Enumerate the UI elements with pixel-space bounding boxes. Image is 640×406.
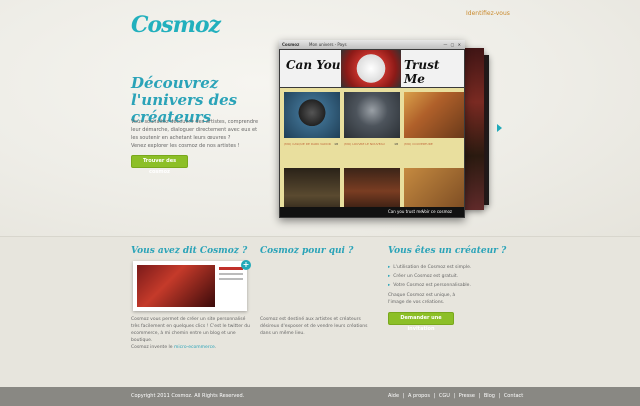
artwork-count: 18 (334, 142, 338, 146)
footer-link-presse[interactable]: Presse (459, 393, 475, 399)
request-invite-button[interactable]: Demander une invitation (388, 312, 454, 332)
who-title: Cosmoz pour qui ? (260, 246, 354, 256)
hero-text-line-2: Venez explorer les cosmoz de nos artiste… (131, 143, 240, 149)
zoom-plus-icon[interactable]: + (241, 260, 251, 270)
browser-title-bar: Cosmoz Mon univers - Pays — ▢ ✕ (279, 40, 465, 49)
find-cosmoz-button[interactable]: Trouver des cosmoz (131, 155, 188, 175)
footer: Copyright 2011 Cosmoz. All Rights Reserv… (0, 387, 640, 406)
cosmoz-screenshot (133, 261, 247, 311)
browser-window-title: Mon univers - Pays (309, 42, 347, 47)
footer-link-cgu[interactable]: CGU (439, 393, 450, 399)
about-text: Cosmoz vous permet de créer un site pers… (131, 316, 251, 351)
footer-link-blog[interactable]: Blog (484, 393, 495, 399)
bullet-item: Votre Cosmoz est personnalisable. (388, 281, 471, 290)
info-section (0, 236, 640, 388)
cosmoz-logo[interactable]: Cosmoz (131, 12, 221, 38)
copyright: Copyright 2011 Cosmoz. All Rights Reserv… (131, 393, 245, 399)
skull-image (341, 50, 401, 87)
artwork-meta: (MO) CASQUE DE DARK VADOR 18 (284, 142, 340, 152)
carousel-next-icon[interactable] (497, 124, 502, 132)
footer-nav: Aide | A propos | CGU | Presse | Blog | … (388, 393, 525, 399)
cosmoz-banner: Can You Trust Me (280, 50, 464, 87)
footer-link-aide[interactable]: Aide (388, 393, 399, 399)
preview-caption-bar: Can you trust me Voir ce cosmoz (280, 207, 464, 217)
artwork-label: (MO) LOUVRE LE NOUVEAU (344, 142, 385, 146)
micro-ecommerce-link[interactable]: micro-ecommerce (174, 345, 215, 350)
about-link-prefix: Cosmoz invente le (131, 345, 174, 350)
footer-separator: | (478, 393, 481, 399)
footer-separator: | (498, 393, 501, 399)
screenshot-sidebar (219, 273, 243, 275)
browser-logo: Cosmoz (282, 42, 300, 47)
hero-section: Cosmoz Identifiez-vous Découvrez l'unive… (0, 0, 640, 236)
footer-link-a-propos[interactable]: A propos (408, 393, 430, 399)
login-link[interactable]: Identifiez-vous (466, 10, 510, 17)
hero-text-line-1: Vous souhaitez découvrir des artistes, c… (131, 119, 259, 141)
artwork-meta: (MO) COUVERTURE (404, 142, 460, 152)
banner-text-left: Can You (286, 58, 341, 72)
who-text: Cosmoz est destiné aux artistes et créat… (260, 317, 368, 336)
footer-link-contact[interactable]: Contact (504, 393, 523, 399)
artwork-label: (MO) CASQUE DE DARK VADOR (284, 142, 331, 146)
view-cosmoz-link[interactable]: Voir ce cosmoz (422, 209, 452, 214)
screenshot-sidebar (219, 278, 243, 280)
artwork-grid: (MO) CASQUE DE DARK VADOR 18 (MO) LOUVRE… (280, 88, 464, 214)
about-link-suffix: . (214, 345, 217, 350)
screenshot-image (137, 265, 215, 307)
creator-text: Chaque Cosmoz est unique, à l'image de v… (388, 293, 456, 305)
window-controls-icon: — ▢ ✕ (443, 42, 462, 47)
artwork-meta: (MO) LOUVRE LE NOUVEAU 18 (344, 142, 400, 152)
about-title: Vous avez dit Cosmoz ? (131, 246, 248, 256)
cosmoz-name: Can you trust me (388, 209, 423, 214)
bullet-item: L'utilisation de Cosmoz est simple. (388, 263, 471, 272)
screenshot-sidebar (219, 267, 243, 270)
artwork-label: (MO) COUVERTURE (404, 142, 433, 146)
hero-text: Vous souhaitez découvrir des artistes, c… (131, 118, 261, 150)
creator-title: Vous êtes un créateur ? (388, 246, 507, 256)
creator-bullets: L'utilisation de Cosmoz est simple. Crée… (388, 263, 471, 290)
banner-text-right: Trust Me (404, 58, 440, 86)
footer-separator: | (433, 393, 436, 399)
footer-separator: | (453, 393, 456, 399)
about-description: Cosmoz vous permet de créer un site pers… (131, 317, 250, 343)
artwork-count: 18 (394, 142, 398, 146)
bullet-item: Créer un Cosmoz est gratuit. (388, 272, 471, 281)
artwork-thumb[interactable] (404, 92, 464, 138)
artwork-thumb[interactable] (344, 92, 400, 138)
footer-separator: | (402, 393, 405, 399)
artwork-thumb[interactable] (284, 92, 340, 138)
carousel-slide-behind (462, 48, 484, 210)
cosmoz-preview-window[interactable]: Cosmoz Mon univers - Pays — ▢ ✕ Can You … (279, 40, 465, 218)
